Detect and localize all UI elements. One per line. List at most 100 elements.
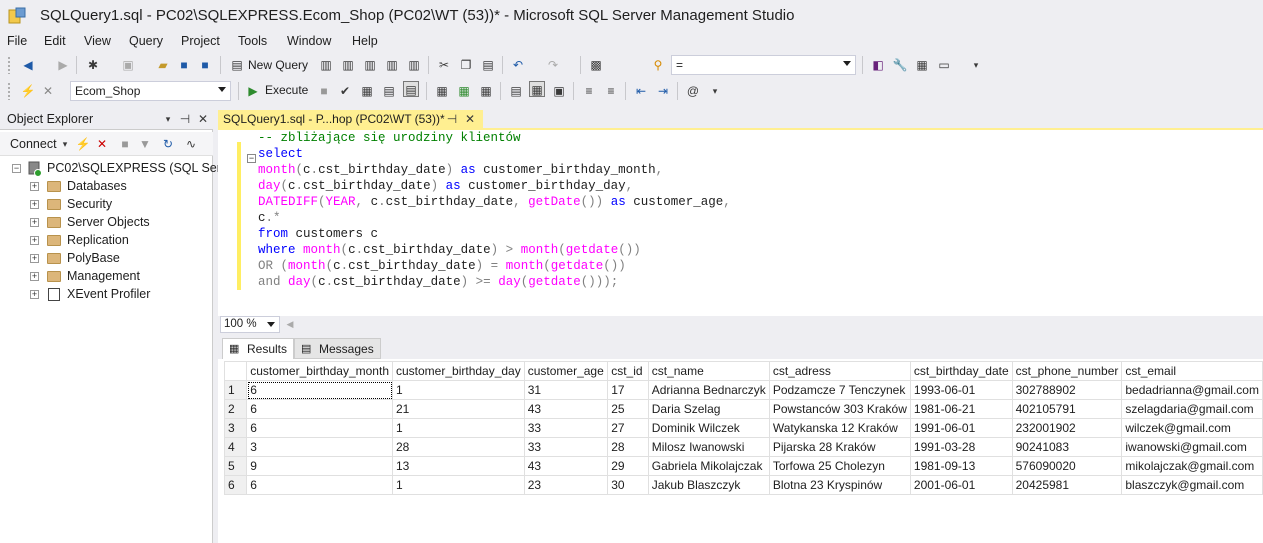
row-number-cell[interactable]: 1	[223, 380, 248, 400]
table-row[interactable]: 1 6 1 31 17 Adrianna Bednarczyk Podzamcze 7 Te…	[223, 380, 1263, 400]
table-cell[interactable]: 31	[523, 380, 609, 400]
panel-menu-chevron-icon[interactable]: ▾	[160, 111, 176, 127]
table-cell[interactable]: iwanowski@gmail.com	[1121, 437, 1263, 457]
table-row[interactable]: 5 9 13 43 29 Gabriela Mikolajczak Torfowa 25 C…	[223, 456, 1263, 476]
client-stats-icon[interactable]: ▦	[478, 83, 494, 99]
query-editor[interactable]: − -- zbliżające się urodziny klientów se…	[218, 128, 1263, 318]
expand-icon[interactable]: +	[30, 236, 39, 245]
column-header[interactable]: cst_phone_number	[1011, 361, 1123, 381]
close-icon[interactable]: ✕	[195, 111, 211, 127]
visual-studio-icon[interactable]: ◧	[870, 57, 886, 73]
expand-icon[interactable]: +	[30, 200, 39, 209]
table-cell[interactable]: Podzamcze 7 Tenczynek	[768, 380, 911, 400]
column-header[interactable]: cst_id	[607, 361, 649, 381]
table-cell[interactable]: 13	[392, 456, 525, 476]
table-cell[interactable]: blaszczyk@gmail.com	[1121, 475, 1263, 495]
tab-sqlquery1[interactable]: SQLQuery1.sql - P...hop (PC02\WT (53))* …	[218, 110, 483, 128]
table-cell[interactable]: 28	[392, 437, 525, 457]
toolbar-options-icon[interactable]: ▾	[968, 57, 984, 73]
menu-edit[interactable]: Edit	[44, 34, 66, 48]
table-cell[interactable]: mikolajczak@gmail.com	[1121, 456, 1263, 476]
forward-icon[interactable]: ▶	[55, 57, 71, 73]
tree-node-management[interactable]: + Management	[28, 268, 213, 286]
table-cell[interactable]: 3	[246, 437, 393, 457]
table-cell[interactable]: 6	[246, 380, 393, 400]
tree-node-server-objects[interactable]: + Server Objects	[28, 214, 213, 232]
table-cell[interactable]: Adrianna Bednarczyk	[647, 380, 770, 400]
table-cell[interactable]: 33	[523, 437, 609, 457]
table-row[interactable]: 2 6 21 43 25 Daria Szelag Powstanców 303 Krakó…	[223, 399, 1263, 419]
filter-icon[interactable]: ▼	[137, 136, 153, 152]
properties-wrench-icon[interactable]: 🔧	[892, 57, 908, 73]
pin-icon[interactable]: ⊣	[177, 111, 193, 127]
live-stats-icon[interactable]: ▦	[456, 83, 472, 99]
find-in-files-icon[interactable]: ⚲	[650, 57, 666, 73]
expand-icon[interactable]: +	[30, 218, 39, 227]
menu-tools[interactable]: Tools	[238, 34, 267, 48]
expand-icon[interactable]: +	[30, 254, 39, 263]
toolbar-options-icon[interactable]: ▾	[707, 83, 723, 99]
table-cell[interactable]: 28	[607, 437, 649, 457]
activity-monitor-icon[interactable]: ▩	[588, 57, 604, 73]
menu-view[interactable]: View	[84, 34, 111, 48]
table-cell[interactable]: Milosz Iwanowski	[647, 437, 770, 457]
tree-node-xevent-profiler[interactable]: + XEvent Profiler	[28, 286, 213, 304]
table-cell[interactable]: 43	[523, 456, 609, 476]
table-cell[interactable]: 1981-06-21	[909, 399, 1013, 419]
xmla-query-icon[interactable]: ▥	[384, 57, 400, 73]
disconnect-icon[interactable]: ✕	[40, 83, 56, 99]
table-cell[interactable]: 1993-06-01	[909, 380, 1013, 400]
execute-icon[interactable]: ▶	[245, 83, 261, 99]
table-cell[interactable]: 1981-09-13	[909, 456, 1013, 476]
table-cell[interactable]: Daria Szelag	[647, 399, 770, 419]
table-cell[interactable]: 90241083	[1011, 437, 1123, 457]
tab-results[interactable]: ▦ Results	[222, 338, 295, 359]
save-all-icon[interactable]: ■	[197, 57, 213, 73]
table-row[interactable]: 4 3 28 33 28 Milosz Iwanowski Pijarska 28 Krak…	[223, 437, 1263, 457]
results-to-grid-icon[interactable]: ▦	[529, 81, 545, 97]
table-cell[interactable]: 21	[392, 399, 525, 419]
table-cell[interactable]: 6	[246, 399, 393, 419]
mdx-query-icon[interactable]: ▥	[340, 57, 356, 73]
menu-file[interactable]: File	[7, 34, 27, 48]
menu-window[interactable]: Window	[287, 34, 331, 48]
activity-monitor-icon[interactable]: ∿	[183, 136, 199, 152]
command-window-icon[interactable]: ▭	[936, 57, 952, 73]
table-cell[interactable]: Powstanców 303 Kraków	[768, 399, 911, 419]
tree-node-databases[interactable]: + Databases	[28, 178, 213, 196]
toolbar-grip[interactable]	[7, 56, 11, 74]
comment-icon[interactable]: ≡	[581, 83, 597, 99]
connect-plug-icon[interactable]: ⚡	[20, 83, 36, 99]
table-cell[interactable]: 402105791	[1011, 399, 1123, 419]
table-cell[interactable]: 20425981	[1011, 475, 1123, 495]
toolbar-grip[interactable]	[7, 82, 11, 100]
paste-icon[interactable]: ▤	[480, 57, 496, 73]
pin-icon[interactable]: ⊣	[444, 111, 460, 127]
row-number-cell[interactable]: 4	[223, 437, 248, 457]
table-row[interactable]: 6 6 1 23 30 Jakub Blaszczyk Blotna 23 Kryspinó…	[223, 475, 1263, 495]
cut-icon[interactable]: ✂	[436, 57, 452, 73]
table-cell[interactable]: szelagdaria@gmail.com	[1121, 399, 1263, 419]
expand-icon[interactable]: +	[30, 290, 39, 299]
row-number-cell[interactable]: 5	[223, 456, 248, 476]
table-cell[interactable]: Watykanska 12 Kraków	[768, 418, 911, 438]
table-cell[interactable]: 30	[607, 475, 649, 495]
zoom-select[interactable]: 100 %	[220, 316, 280, 333]
dmx-query-icon[interactable]: ▥	[362, 57, 378, 73]
table-cell[interactable]: 232001902	[1011, 418, 1123, 438]
intellisense-toggle-icon[interactable]: ▤	[403, 81, 419, 97]
dax-query-icon[interactable]: ▥	[406, 57, 422, 73]
save-icon[interactable]: ■	[176, 57, 192, 73]
table-cell[interactable]: 1	[392, 418, 525, 438]
table-cell[interactable]: bedadrianna@gmail.com	[1121, 380, 1263, 400]
column-header[interactable]: customer_birthday_day	[392, 361, 525, 381]
table-cell[interactable]: 1	[392, 475, 525, 495]
table-cell[interactable]: 1991-06-01	[909, 418, 1013, 438]
tree-node-security[interactable]: + Security	[28, 196, 213, 214]
scroll-left-icon[interactable]: ◀	[282, 316, 298, 332]
table-cell[interactable]: 576090020	[1011, 456, 1123, 476]
row-number-cell[interactable]: 2	[223, 399, 248, 419]
menu-project[interactable]: Project	[181, 34, 220, 48]
table-cell[interactable]: 9	[246, 456, 393, 476]
table-cell[interactable]: 23	[523, 475, 609, 495]
